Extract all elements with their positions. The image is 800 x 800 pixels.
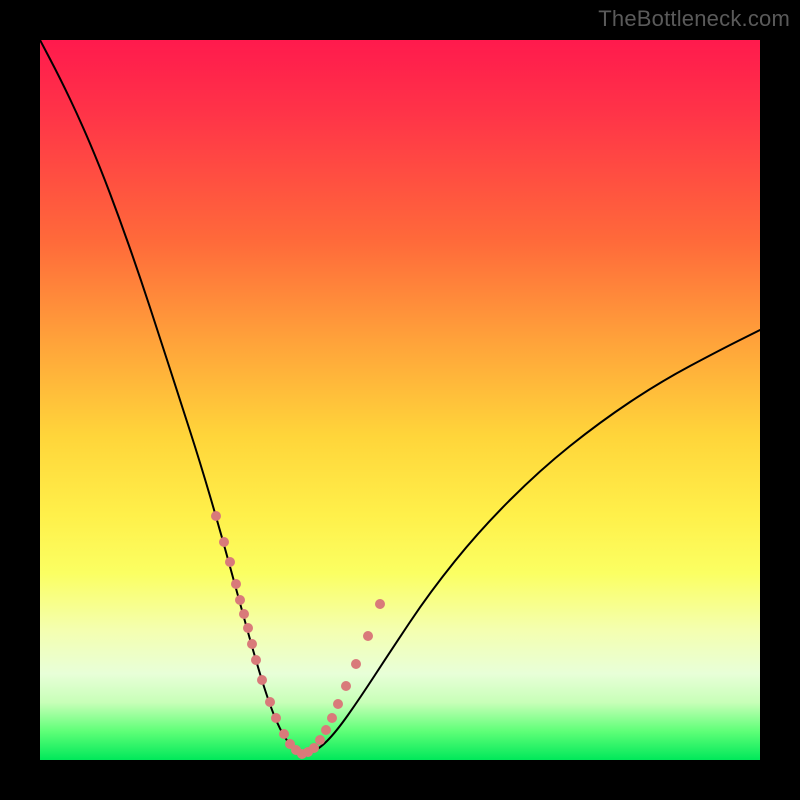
chart-svg xyxy=(40,40,760,760)
data-point xyxy=(315,735,325,745)
data-point xyxy=(251,655,261,665)
data-point xyxy=(247,639,257,649)
data-point xyxy=(211,511,221,521)
data-point xyxy=(257,675,267,685)
data-point xyxy=(243,623,253,633)
data-point xyxy=(219,537,229,547)
data-point xyxy=(351,659,361,669)
data-point xyxy=(363,631,373,641)
data-point xyxy=(321,725,331,735)
chart-frame: TheBottleneck.com xyxy=(0,0,800,800)
watermark-text: TheBottleneck.com xyxy=(598,6,790,32)
data-point xyxy=(279,729,289,739)
data-point xyxy=(231,579,241,589)
data-point xyxy=(309,743,319,753)
data-point xyxy=(327,713,337,723)
bottleneck-curve xyxy=(40,40,760,753)
data-point xyxy=(375,599,385,609)
data-point xyxy=(333,699,343,709)
data-point xyxy=(341,681,351,691)
data-point xyxy=(265,697,275,707)
data-point xyxy=(235,595,245,605)
data-point xyxy=(239,609,249,619)
data-points-group xyxy=(211,511,385,759)
data-point xyxy=(225,557,235,567)
data-point xyxy=(271,713,281,723)
plot-area xyxy=(40,40,760,760)
